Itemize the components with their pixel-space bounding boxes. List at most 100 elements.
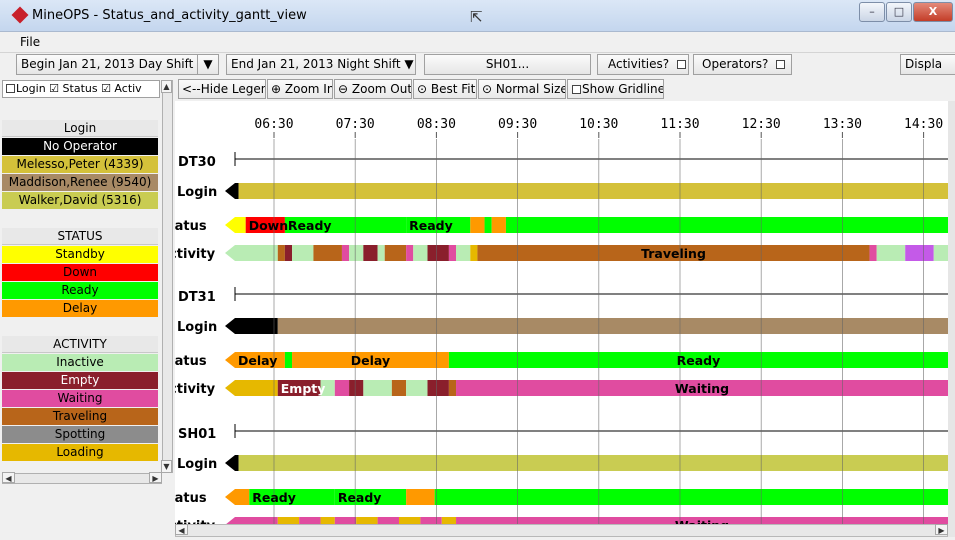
unit-name: DT30	[178, 155, 216, 170]
row-label: Status	[175, 491, 207, 506]
time-label: 10:30	[579, 117, 618, 132]
activities-toggle[interactable]: Activities?	[597, 54, 689, 75]
legend-item: Waiting	[2, 390, 158, 407]
gantt-horizontal-scrollbar[interactable]: ◀ ▶	[175, 524, 948, 537]
gantt-segment	[235, 517, 278, 524]
begin-date: Jan 21, 2013	[59, 57, 135, 71]
gantt-segment	[420, 517, 442, 524]
zoom-in-icon: ⊕	[271, 82, 282, 96]
segment-label: Delay	[351, 353, 390, 368]
window-title: MineOPS - Status_and_activity_gantt_view	[32, 8, 307, 23]
equipment-selector[interactable]: SH01...	[424, 54, 591, 75]
unit-name: SH01	[178, 427, 216, 442]
gantt-vertical-scrollbar[interactable]	[948, 101, 955, 537]
gantt-segment	[238, 455, 948, 471]
legend-status-header: STATUS	[2, 228, 158, 245]
row-arrow-icon	[225, 455, 235, 471]
gantt-segment	[284, 245, 293, 261]
legend-item: Traveling	[2, 408, 158, 425]
row-label: Status	[175, 354, 207, 369]
normal-size-icon: ⊙	[482, 82, 493, 96]
activities-checkbox[interactable]	[676, 60, 686, 69]
row-arrow-icon	[225, 380, 235, 396]
row-filter-checkboxes[interactable]: Login ☑ Status ☑ Activ	[2, 80, 160, 98]
gantt-segment	[905, 245, 934, 261]
gantt-segment	[235, 318, 278, 334]
zoom-out-button[interactable]: ⊖ Zoom Out	[334, 79, 412, 99]
gantt-segment	[235, 245, 278, 261]
gantt-segment	[235, 455, 239, 471]
gantt-segment	[299, 517, 321, 524]
time-label: 08:30	[417, 117, 456, 132]
legend-panel: Login ☑ Status ☑ Activ Login No Operator M…	[0, 76, 174, 536]
gantt-segment	[284, 352, 293, 368]
legend-vertical-scrollbar[interactable]: ▲ ▼	[161, 80, 173, 473]
gantt-segment	[448, 380, 457, 396]
gantt-segment	[235, 380, 278, 396]
best-fit-button[interactable]: ⊙ Best Fit	[413, 79, 477, 99]
begin-shift-dropdown-icon[interactable]: ▼	[197, 54, 219, 75]
minimize-button[interactable]: –	[859, 2, 885, 22]
gantt-segment	[320, 517, 335, 524]
scroll-right-icon[interactable]: ▶	[935, 524, 948, 535]
gantt-segment	[235, 183, 239, 199]
row-arrow-icon	[225, 352, 235, 368]
title-bar: MineOPS - Status_and_activity_gantt_view…	[0, 0, 955, 32]
legend-item: Down	[2, 264, 158, 281]
segment-label: Delay	[238, 353, 277, 368]
time-label: 13:30	[823, 117, 862, 132]
normal-size-button[interactable]: ⊙ Normal Size	[478, 79, 566, 99]
show-gridlines-label: Show Gridlines	[582, 82, 664, 96]
legend-item: Loading	[2, 444, 158, 461]
gantt-segment	[238, 183, 948, 199]
show-gridlines-toggle[interactable]: Show Gridlines	[567, 79, 664, 99]
gantt-chart: 06:30 07:30 08:30 09:30 10:30 11:30 12:30 13:30…	[175, 101, 948, 524]
scroll-down-icon[interactable]: ▼	[161, 460, 172, 473]
gantt-toolbar: <--Hide Legend ⊕ Zoom In ⊖ Zoom Out ⊙ Be…	[175, 78, 955, 100]
gantt-canvas[interactable]: 06:30 07:30 08:30 09:30 10:30 11:30 12:30 13:30…	[175, 101, 948, 524]
gantt-segment	[491, 217, 506, 233]
gantt-segment	[277, 245, 285, 261]
zoom-in-label: Zoom In	[284, 82, 333, 96]
segment-label: Down	[249, 218, 288, 233]
legend-item: Melesso,Peter (4339)	[2, 156, 158, 173]
legend-item: Maddison,Renee (9540)	[2, 174, 158, 191]
login-checkbox[interactable]	[6, 84, 15, 93]
maximize-button[interactable]: □	[886, 2, 912, 22]
row-arrow-icon	[225, 245, 235, 261]
row-label: Login	[177, 185, 217, 200]
zoom-in-button[interactable]: ⊕ Zoom In	[267, 79, 333, 99]
operators-checkbox[interactable]	[776, 60, 786, 69]
menu-file[interactable]: File	[20, 35, 40, 49]
activities-label: Activities?	[608, 57, 670, 71]
row-arrow-icon	[226, 517, 235, 524]
zoom-out-icon: ⊖	[338, 82, 349, 96]
close-button[interactable]: X	[913, 2, 953, 22]
gantt-segment	[441, 517, 457, 524]
row-arrow-icon	[225, 217, 235, 233]
scroll-right-icon[interactable]: ▶	[149, 472, 162, 483]
begin-selector[interactable]: Begin Jan 21, 2013 Day Shift	[16, 54, 216, 75]
scroll-left-icon[interactable]: ◀	[2, 472, 15, 483]
scroll-up-icon[interactable]: ▲	[161, 80, 172, 93]
best-fit-icon: ⊙	[417, 82, 428, 96]
hide-legend-button[interactable]: <--Hide Legend	[178, 79, 266, 99]
unit-name: DT31	[178, 290, 216, 305]
legend-horizontal-scrollbar[interactable]: ◀ ▶	[2, 472, 162, 484]
end-shift-dropdown-icon[interactable]: ▼	[404, 57, 413, 71]
scroll-left-icon[interactable]: ◀	[175, 524, 188, 535]
gantt-segment	[434, 489, 948, 505]
end-selector[interactable]: End Jan 21, 2013 Night Shift ▼	[226, 54, 416, 75]
display-button[interactable]: Displa	[900, 54, 955, 75]
gridlines-checkbox[interactable]	[572, 85, 581, 94]
gantt-segment	[505, 217, 948, 233]
begin-label: Begin	[21, 57, 56, 71]
segment-label: Empty	[281, 381, 326, 396]
gantt-segment	[334, 517, 357, 524]
gantt-segment	[334, 380, 350, 396]
row-label: Login	[177, 320, 217, 335]
gantt-segment	[427, 245, 449, 261]
gantt-segment	[398, 517, 421, 524]
operators-toggle[interactable]: Operators?	[693, 54, 792, 75]
segment-label: Ready	[338, 490, 382, 505]
